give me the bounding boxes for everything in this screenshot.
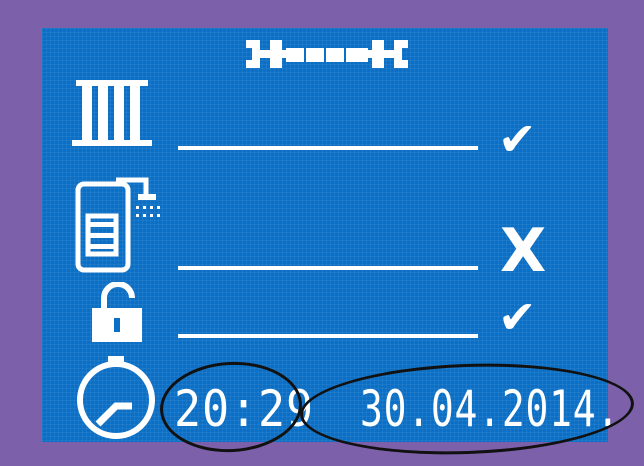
hot-water-status-cross-icon: X xyxy=(500,216,547,286)
hot-water-setting-line xyxy=(178,266,478,270)
radiator-icon xyxy=(72,80,152,152)
boiler-shower-icon xyxy=(72,176,168,276)
lock-setting-line xyxy=(178,334,478,338)
wrench-icon xyxy=(244,34,410,74)
clock-icon xyxy=(72,354,162,440)
lock-status-check-icon: ✔ xyxy=(498,290,537,344)
unlocked-padlock-icon xyxy=(90,281,154,344)
heating-status-check-icon: ✔ xyxy=(498,112,537,166)
heating-setting-line xyxy=(178,146,478,150)
